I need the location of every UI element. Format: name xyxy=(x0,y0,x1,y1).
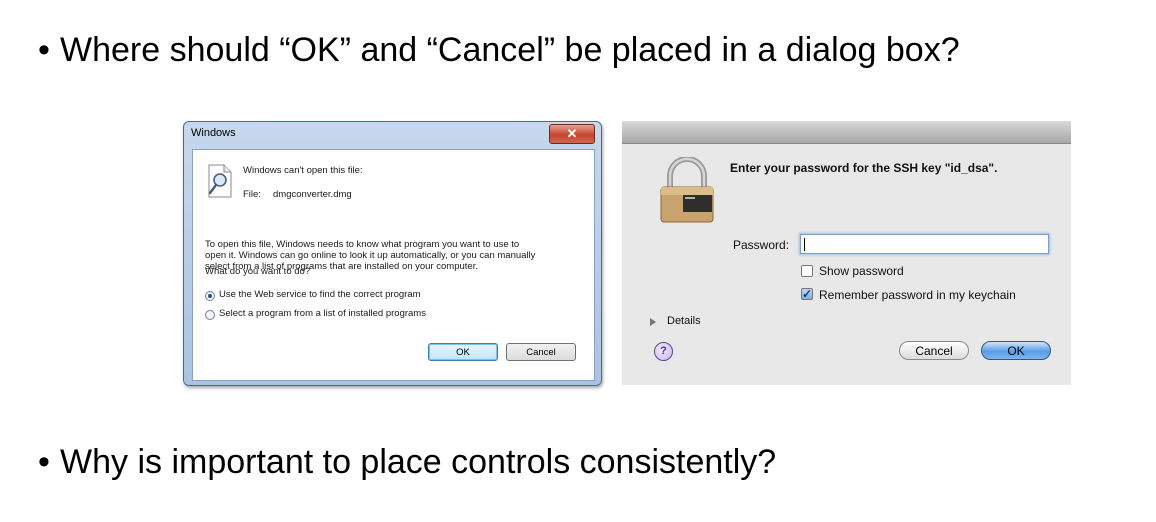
file-label: File: xyxy=(243,189,261,200)
ok-button[interactable]: OK xyxy=(981,341,1051,360)
paragraph-line: To open this file, Windows needs to know… xyxy=(205,239,520,250)
remember-password-label[interactable]: Remember password in my keychain xyxy=(819,288,1016,302)
password-label: Password: xyxy=(733,238,790,252)
windows-dialog-message: Windows can't open this file: xyxy=(243,165,363,176)
details-label[interactable]: Details xyxy=(667,315,701,327)
bullet-question-consistency: • Why is important to place controls cons… xyxy=(38,442,776,482)
windows-dialog: Windows ✕ Windows can't open this file: … xyxy=(183,121,602,386)
mac-title-bar[interactable] xyxy=(622,121,1071,144)
remember-password-checkbox[interactable]: ✓ xyxy=(801,288,813,300)
windows-dialog-title: Windows xyxy=(191,127,236,139)
mac-password-dialog: Enter your password for the SSH key "id_… xyxy=(622,121,1071,385)
magnifier-document-icon xyxy=(208,164,232,198)
bullet-text: Where should “OK” and “Cancel” be placed… xyxy=(60,31,960,69)
cancel-button[interactable]: Cancel xyxy=(899,341,969,360)
bullet-question-placement: • Where should “OK” and “Cancel” be place… xyxy=(38,30,960,70)
password-input[interactable] xyxy=(800,234,1049,254)
option-installed-programs-label[interactable]: Select a program from a list of installe… xyxy=(219,308,426,319)
padlock-icon xyxy=(660,157,714,223)
file-name: dmgconverter.dmg xyxy=(273,189,352,200)
help-button[interactable]: ? xyxy=(654,342,673,361)
show-password-label[interactable]: Show password xyxy=(819,264,904,278)
close-button[interactable]: ✕ xyxy=(549,124,595,144)
radio-web-service[interactable] xyxy=(205,291,215,301)
paragraph-line: open it. Windows can go online to look i… xyxy=(205,250,536,261)
help-icon: ? xyxy=(660,345,667,357)
disclosure-triangle-icon[interactable] xyxy=(650,318,656,326)
text-caret xyxy=(804,238,805,251)
checkmark-icon: ✓ xyxy=(802,287,813,301)
password-prompt-heading: Enter your password for the SSH key "id_… xyxy=(730,161,998,175)
show-password-checkbox[interactable] xyxy=(801,265,813,277)
bullet-dot: • xyxy=(38,443,50,481)
radio-installed-programs[interactable] xyxy=(205,310,215,320)
option-web-service-label[interactable]: Use the Web service to find the correct … xyxy=(219,289,421,300)
close-icon: ✕ xyxy=(566,126,578,141)
cancel-button[interactable]: Cancel xyxy=(506,343,576,361)
bullet-text: Why is important to place controls consi… xyxy=(60,443,777,481)
bullet-dot: • xyxy=(38,31,50,69)
ok-button[interactable]: OK xyxy=(428,343,498,361)
windows-dialog-body: Windows can't open this file: File: dmgc… xyxy=(192,149,595,381)
action-question: What do you want to do? xyxy=(205,266,311,277)
